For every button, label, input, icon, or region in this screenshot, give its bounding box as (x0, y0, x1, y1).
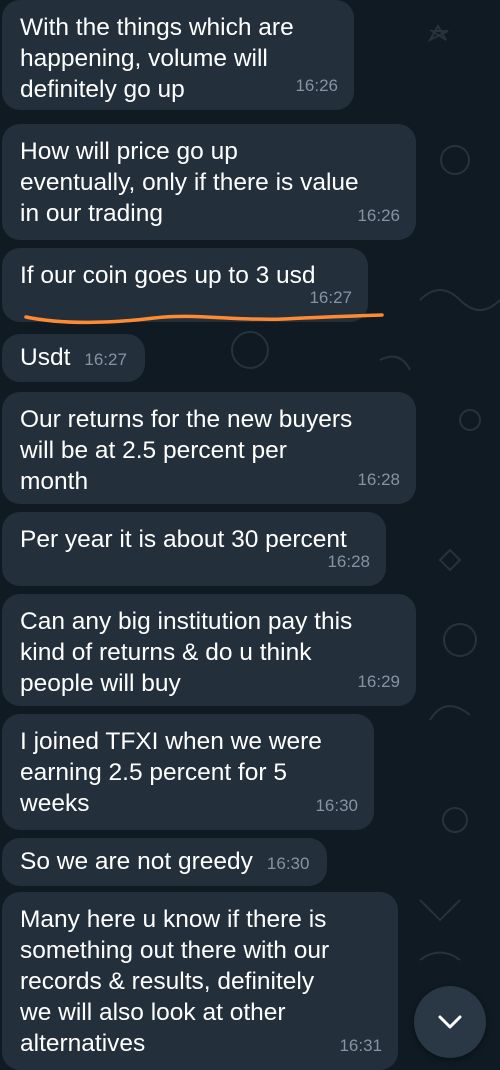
message-text: So we are not greedy (20, 848, 253, 875)
message-timestamp: 16:28 (327, 552, 370, 571)
message-timestamp: 16:28 (357, 470, 400, 489)
message-text: Per year it is about 30 percent (20, 526, 347, 553)
message-text: Can any big institution pay this kind of… (20, 608, 353, 697)
scroll-to-bottom-button[interactable] (414, 986, 486, 1058)
message-bubble[interactable]: I joined TFXI when we were earning 2.5 p… (2, 714, 374, 830)
message-timestamp: 16:26 (357, 206, 400, 225)
underline-annotation (24, 313, 384, 325)
message-text: If our coin goes up to 3 usd (20, 262, 316, 289)
message-timestamp: 16:26 (295, 76, 338, 95)
message-bubble[interactable]: Per year it is about 30 percent 16:28 (2, 512, 386, 586)
message-text: Many here u know if there is something o… (20, 906, 330, 1057)
message-bubble[interactable]: With the things which are happening, vol… (2, 0, 354, 110)
message-bubble[interactable]: Can any big institution pay this kind of… (2, 594, 416, 706)
message-bubble[interactable]: Usdt 16:27 (2, 334, 145, 382)
message-text: Usdt (20, 344, 71, 371)
message-bubble[interactable]: Many here u know if there is something o… (2, 892, 398, 1070)
chevron-down-icon (438, 1015, 462, 1029)
message-timestamp: 16:27 (84, 350, 127, 369)
message-text: With the things which are happening, vol… (20, 14, 294, 103)
message-timestamp: 16:31 (339, 1036, 382, 1055)
message-bubble[interactable]: Our returns for the new buyers will be a… (2, 392, 416, 504)
message-text: I joined TFXI when we were earning 2.5 p… (20, 728, 322, 817)
message-list[interactable]: With the things which are happening, vol… (0, 0, 500, 1070)
message-timestamp: 16:29 (357, 672, 400, 691)
message-timestamp: 16:30 (266, 854, 310, 873)
message-bubble[interactable]: So we are not greedy 16:30 (2, 838, 328, 886)
message-timestamp: 16:30 (315, 796, 358, 815)
message-text: How will price go up eventually, only if… (20, 138, 359, 227)
message-text: Our returns for the new buyers will be a… (20, 406, 353, 495)
message-bubble[interactable]: How will price go up eventually, only if… (2, 124, 416, 240)
